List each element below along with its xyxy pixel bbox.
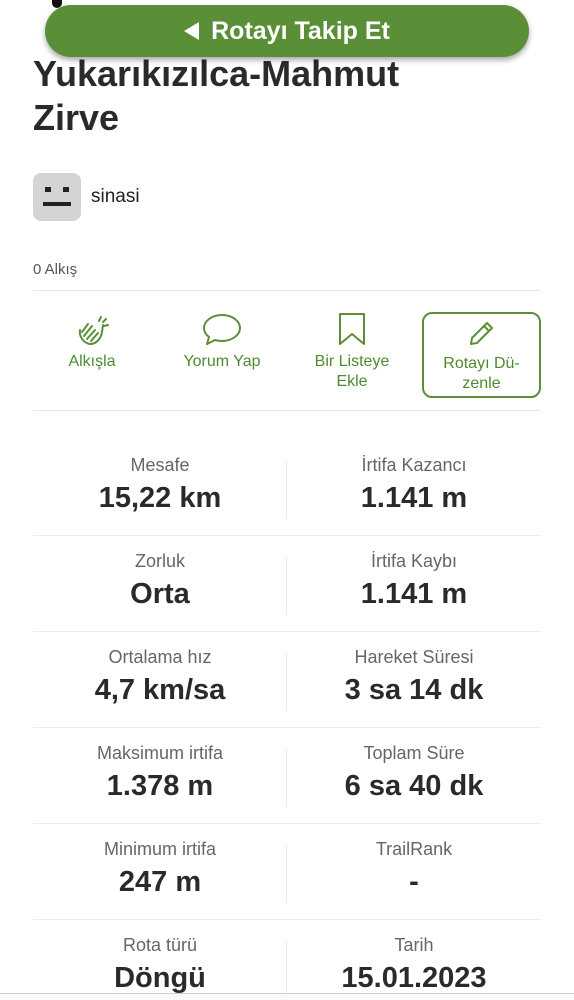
stat-moving-time: Hareket Süresi 3 sa 14 dk	[287, 632, 541, 727]
stat-value: 15,22 km	[98, 482, 222, 514]
follow-route-button[interactable]: Rotayı Takip Et	[45, 5, 529, 57]
stat-difficulty: Zorluk Orta	[33, 536, 287, 631]
route-title-line2: Zirve	[33, 97, 120, 138]
stat-value: 1.378 m	[106, 770, 214, 802]
route-detail-page: Rotayı Takip Et Yukarıkızılca-Mahmut Zir…	[0, 0, 574, 1000]
stat-value: 15.01.2023	[341, 962, 487, 994]
edit-route-button[interactable]: Rotayı Dü- zenle	[422, 312, 541, 398]
comment-label: Yorum Yap	[183, 353, 261, 370]
comment-button[interactable]: Yorum Yap	[163, 312, 281, 396]
stat-max-elevation: Maksimum irtifa 1.378 m	[33, 728, 287, 823]
comment-icon	[203, 314, 241, 345]
stat-label: İrtifa Kaybı	[370, 551, 458, 571]
stat-value: 4,7 km/sa	[94, 674, 226, 706]
clap-count[interactable]: 0 Alkış	[33, 261, 77, 278]
stat-value: 1.141 m	[360, 578, 468, 610]
stat-row: Zorluk Orta İrtifa Kaybı 1.141 m	[33, 536, 541, 632]
stat-label: İrtifa Kazancı	[361, 455, 467, 475]
bookmark-icon	[339, 313, 365, 345]
stat-row: Rota türü Döngü Tarih 15.01.2023	[33, 920, 541, 1000]
author-row[interactable]: sinasi	[33, 173, 140, 221]
stat-row: Mesafe 15,22 km İrtifa Kazancı 1.141 m	[33, 440, 541, 536]
stat-label: TrailRank	[375, 839, 453, 859]
navigation-arrow-icon	[184, 22, 200, 40]
author-username[interactable]: sinasi	[91, 186, 140, 208]
stat-value: 1.141 m	[360, 482, 468, 514]
stat-route-type: Rota türü Döngü	[33, 920, 287, 1000]
action-bar: Alkışla Yorum Yap Bir Listeye Ekle Rotay…	[33, 302, 541, 410]
stat-label: Mesafe	[130, 455, 190, 475]
stat-trailrank: TrailRank -	[287, 824, 541, 919]
stat-label: Maksimum irtifa	[96, 743, 223, 763]
avatar[interactable]	[33, 173, 81, 221]
avatar-mouth	[43, 202, 71, 206]
bottom-tab-bar[interactable]	[0, 993, 574, 1000]
stat-label: Ortalama hız	[108, 647, 212, 667]
stat-value: 247 m	[118, 866, 202, 898]
add-to-list-button[interactable]: Bir Listeye Ekle	[293, 312, 411, 396]
stat-row: Maksimum irtifa 1.378 m Toplam Süre 6 sa…	[33, 728, 541, 824]
clap-button[interactable]: Alkışla	[33, 312, 151, 396]
stat-value: -	[409, 866, 419, 898]
route-stats: Mesafe 15,22 km İrtifa Kazancı 1.141 m Z…	[33, 440, 541, 1000]
route-title: Yukarıkızılca-Mahmut Zirve	[33, 52, 533, 140]
add-to-list-label-line1: Bir Listeye	[314, 353, 390, 370]
stat-label: Toplam Süre	[363, 743, 465, 763]
divider	[33, 290, 541, 291]
stat-total-time: Toplam Süre 6 sa 40 dk	[287, 728, 541, 823]
edit-route-label-line2: zenle	[462, 375, 501, 392]
stat-date: Tarih 15.01.2023	[287, 920, 541, 1000]
avatar-eye-right	[63, 187, 69, 192]
stat-label: Zorluk	[134, 551, 185, 571]
stat-distance: Mesafe 15,22 km	[33, 440, 287, 535]
stat-label: Minimum irtifa	[103, 839, 216, 859]
stat-min-elevation: Minimum irtifa 247 m	[33, 824, 287, 919]
follow-route-label: Rotayı Takip Et	[211, 16, 390, 45]
stat-label: Rota türü	[122, 935, 198, 955]
edit-route-label-line1: Rotayı Dü-	[443, 355, 520, 372]
avatar-eye-left	[45, 187, 51, 192]
stat-average-speed: Ortalama hız 4,7 km/sa	[33, 632, 287, 727]
route-title-line1: Yukarıkızılca-Mahmut	[33, 53, 400, 94]
divider	[33, 410, 541, 411]
stat-elevation-gain: İrtifa Kazancı 1.141 m	[287, 440, 541, 535]
stat-row: Ortalama hız 4,7 km/sa Hareket Süresi 3 …	[33, 632, 541, 728]
add-to-list-label-line2: Ekle	[336, 373, 368, 390]
clap-icon	[78, 316, 109, 345]
stat-value: Orta	[130, 578, 190, 610]
pencil-icon	[469, 322, 493, 345]
stat-elevation-loss: İrtifa Kaybı 1.141 m	[287, 536, 541, 631]
stat-row: Minimum irtifa 247 m TrailRank -	[33, 824, 541, 920]
stat-label: Hareket Süresi	[354, 647, 474, 667]
stat-value: 6 sa 40 dk	[344, 770, 484, 802]
clap-label: Alkışla	[68, 353, 116, 370]
stat-label: Tarih	[394, 935, 434, 955]
stat-value: 3 sa 14 dk	[344, 674, 484, 706]
stat-value: Döngü	[114, 962, 206, 994]
